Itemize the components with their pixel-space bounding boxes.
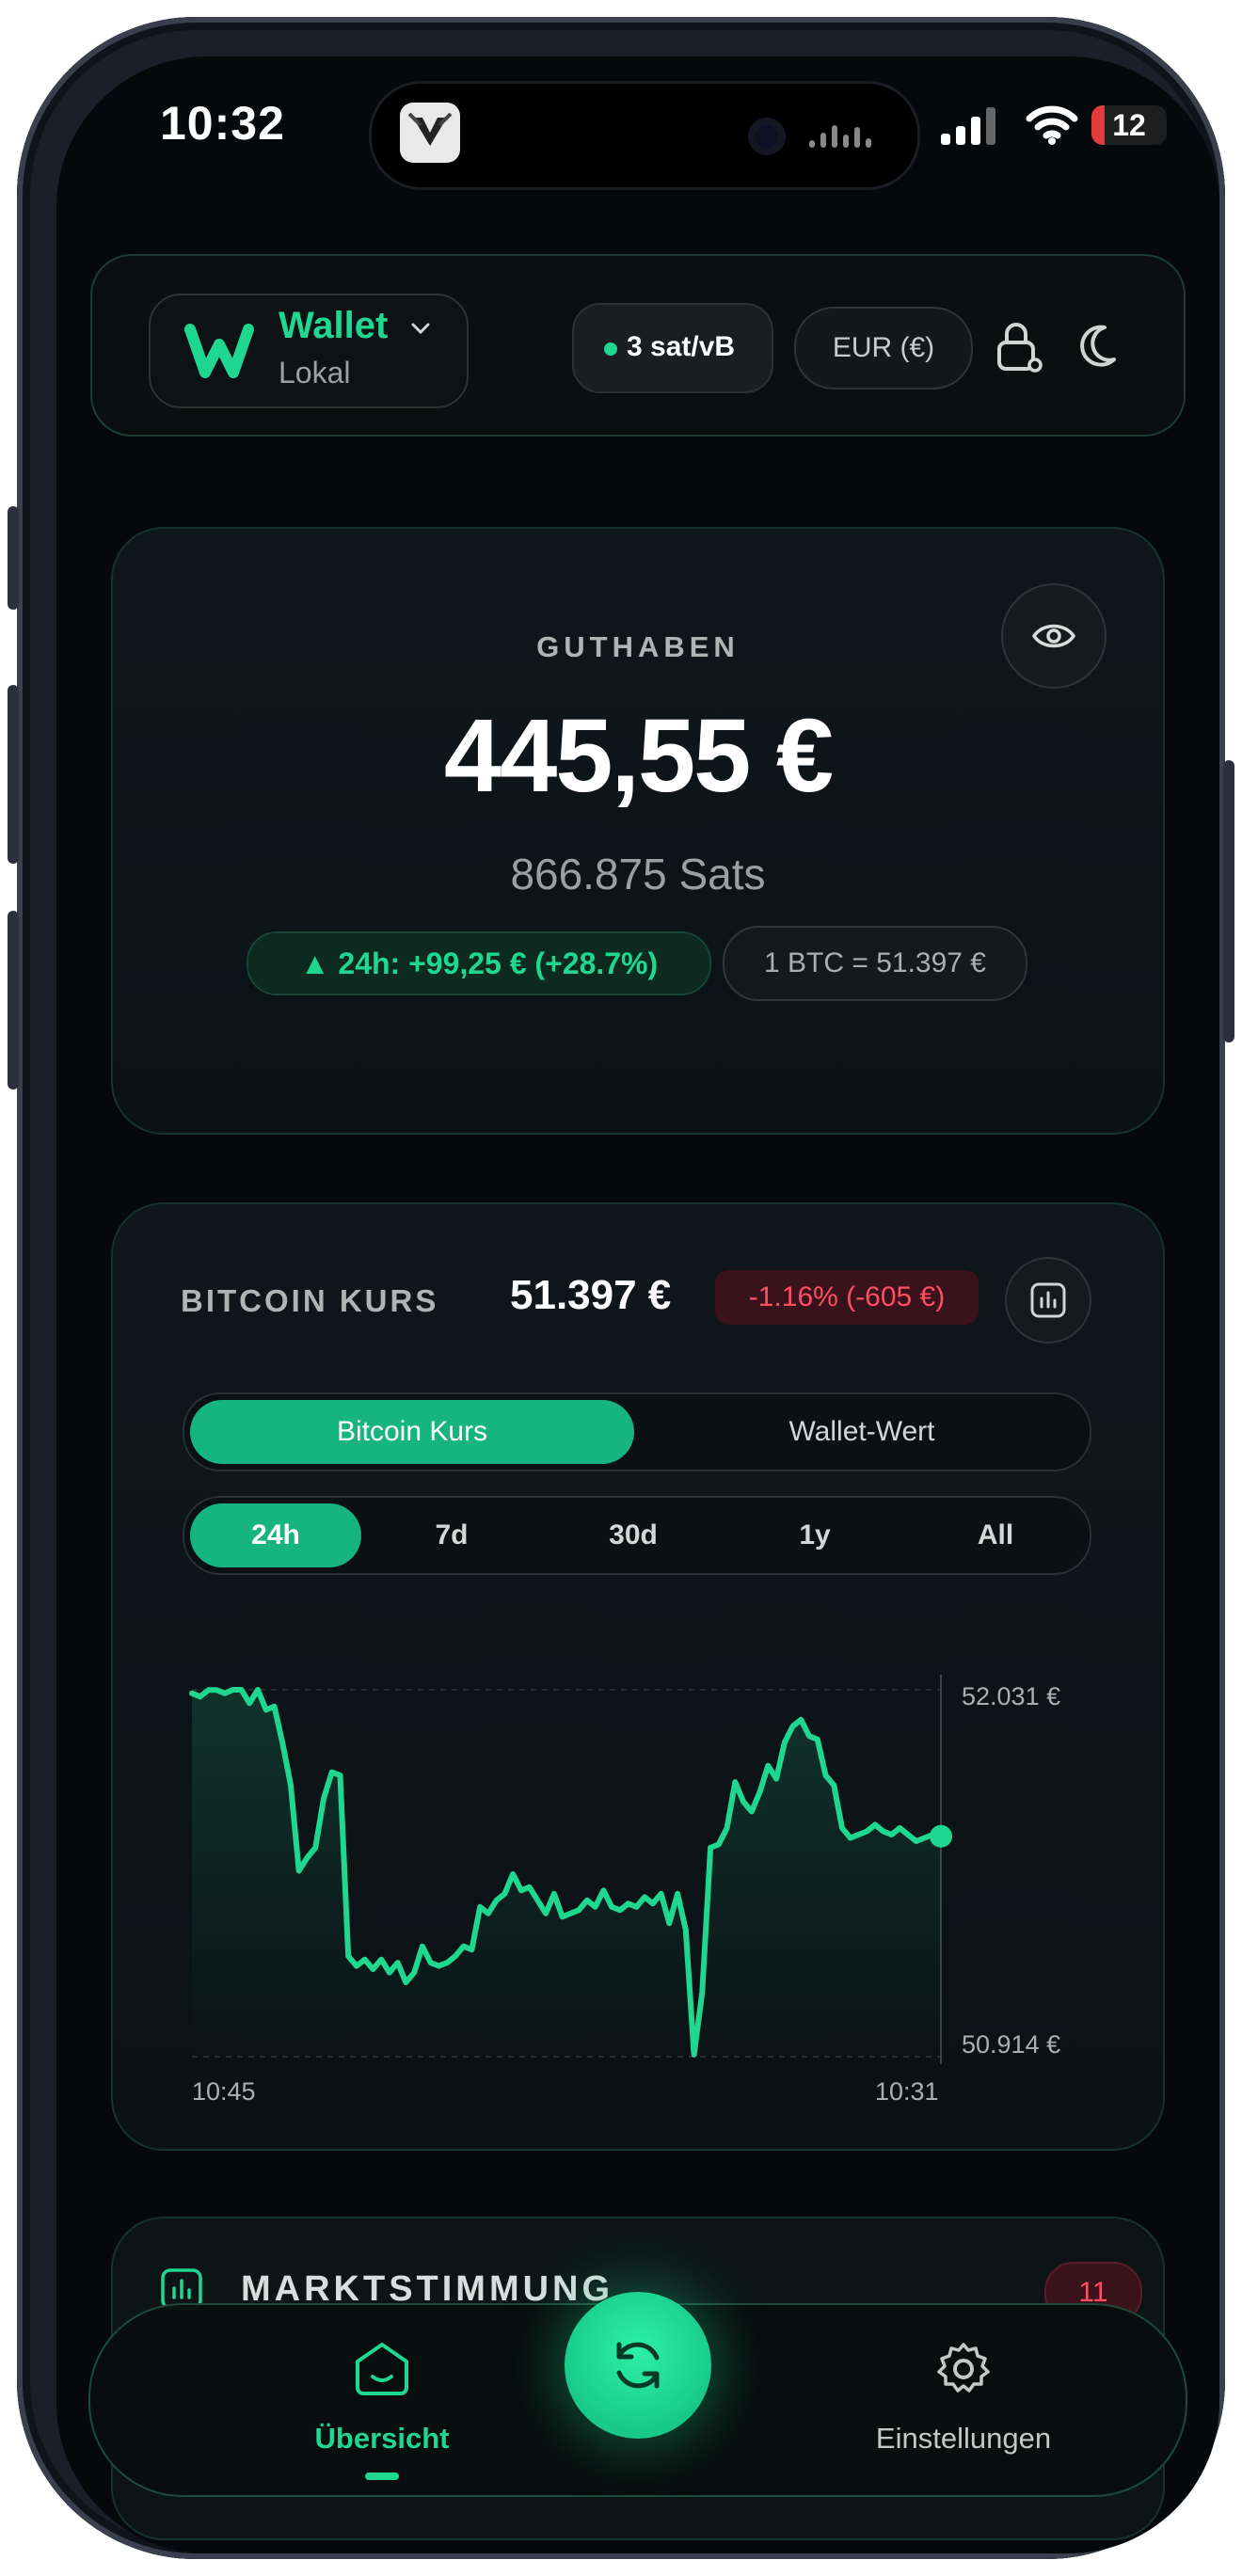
moon-icon[interactable] bbox=[1071, 318, 1122, 374]
app-icon bbox=[400, 103, 460, 163]
chevron-down-icon bbox=[410, 316, 431, 342]
price-area bbox=[192, 1690, 941, 2057]
app-screen: 10:32 12 Wallet Lokal 3 sat/vB EUR (€) G… bbox=[56, 56, 1219, 2553]
balance-amount: 445,55 € bbox=[443, 698, 834, 814]
refresh-icon bbox=[616, 2342, 660, 2389]
header-bar: Wallet Lokal 3 sat/vB EUR (€) bbox=[90, 254, 1186, 437]
phone-side-button bbox=[8, 911, 19, 1089]
change-24h-badge: ▲ 24h: +99,25 € (+28.7%) bbox=[247, 931, 711, 995]
status-dot-icon bbox=[604, 342, 617, 356]
camera-icon bbox=[748, 118, 786, 155]
x-tick-start: 10:45 bbox=[192, 2077, 256, 2106]
signal-icon bbox=[941, 107, 995, 145]
sync-button[interactable] bbox=[565, 2292, 711, 2439]
btc-rate-badge: 1 BTC = 51.397 € bbox=[723, 926, 1027, 1001]
current-price-point bbox=[930, 1824, 952, 1848]
phone-side-button bbox=[8, 506, 19, 610]
price-line-chart[interactable] bbox=[113, 1204, 1163, 2149]
nav-overview-label: Übersicht bbox=[314, 2422, 450, 2455]
y-tick-max: 52.031 € bbox=[962, 1682, 1061, 1710]
dynamic-island bbox=[369, 81, 920, 190]
wallet-mode: Lokal bbox=[279, 356, 351, 390]
battery-level: 12 bbox=[1112, 108, 1146, 142]
nav-settings[interactable]: Einstellungen bbox=[813, 2305, 1114, 2495]
wallet-name: Wallet bbox=[279, 305, 389, 346]
x-tick-end: 10:31 bbox=[875, 2077, 939, 2106]
balance-card: GUTHABEN 445,55 € 866.875 Sats ▲ 24h: +9… bbox=[111, 527, 1165, 1135]
balance-label: GUTHABEN bbox=[536, 630, 740, 663]
phone-frame: 10:32 12 Wallet Lokal 3 sat/vB EUR (€) G… bbox=[8, 17, 1234, 2559]
battery-indicator: 12 bbox=[1091, 105, 1167, 145]
gear-icon bbox=[937, 2343, 990, 2393]
phone-side-button bbox=[1223, 760, 1234, 1042]
fee-rate-badge[interactable]: 3 sat/vB bbox=[572, 303, 773, 393]
home-icon bbox=[356, 2343, 408, 2395]
status-time: 10:32 bbox=[160, 97, 285, 150]
audio-wave-icon bbox=[809, 123, 875, 148]
fee-rate-text: 3 sat/vB bbox=[627, 331, 736, 362]
nav-overview[interactable]: Übersicht bbox=[241, 2305, 523, 2495]
phone-side-button bbox=[8, 685, 19, 864]
balance-sats: 866.875 Sats bbox=[510, 850, 766, 898]
active-indicator bbox=[365, 2473, 399, 2480]
y-tick-min: 50.914 € bbox=[962, 2030, 1061, 2059]
lock-icon[interactable] bbox=[994, 318, 1044, 374]
nav-settings-label: Einstellungen bbox=[875, 2422, 1052, 2455]
wallet-logo-icon bbox=[184, 324, 254, 378]
currency-button[interactable]: EUR (€) bbox=[794, 307, 973, 390]
bitcoin-price-card: BITCOIN KURS 51.397 € -1.16% (-605 €) Bi… bbox=[111, 1202, 1165, 2151]
wifi-icon bbox=[1026, 105, 1078, 145]
wallet-selector[interactable]: Wallet Lokal bbox=[149, 294, 469, 408]
